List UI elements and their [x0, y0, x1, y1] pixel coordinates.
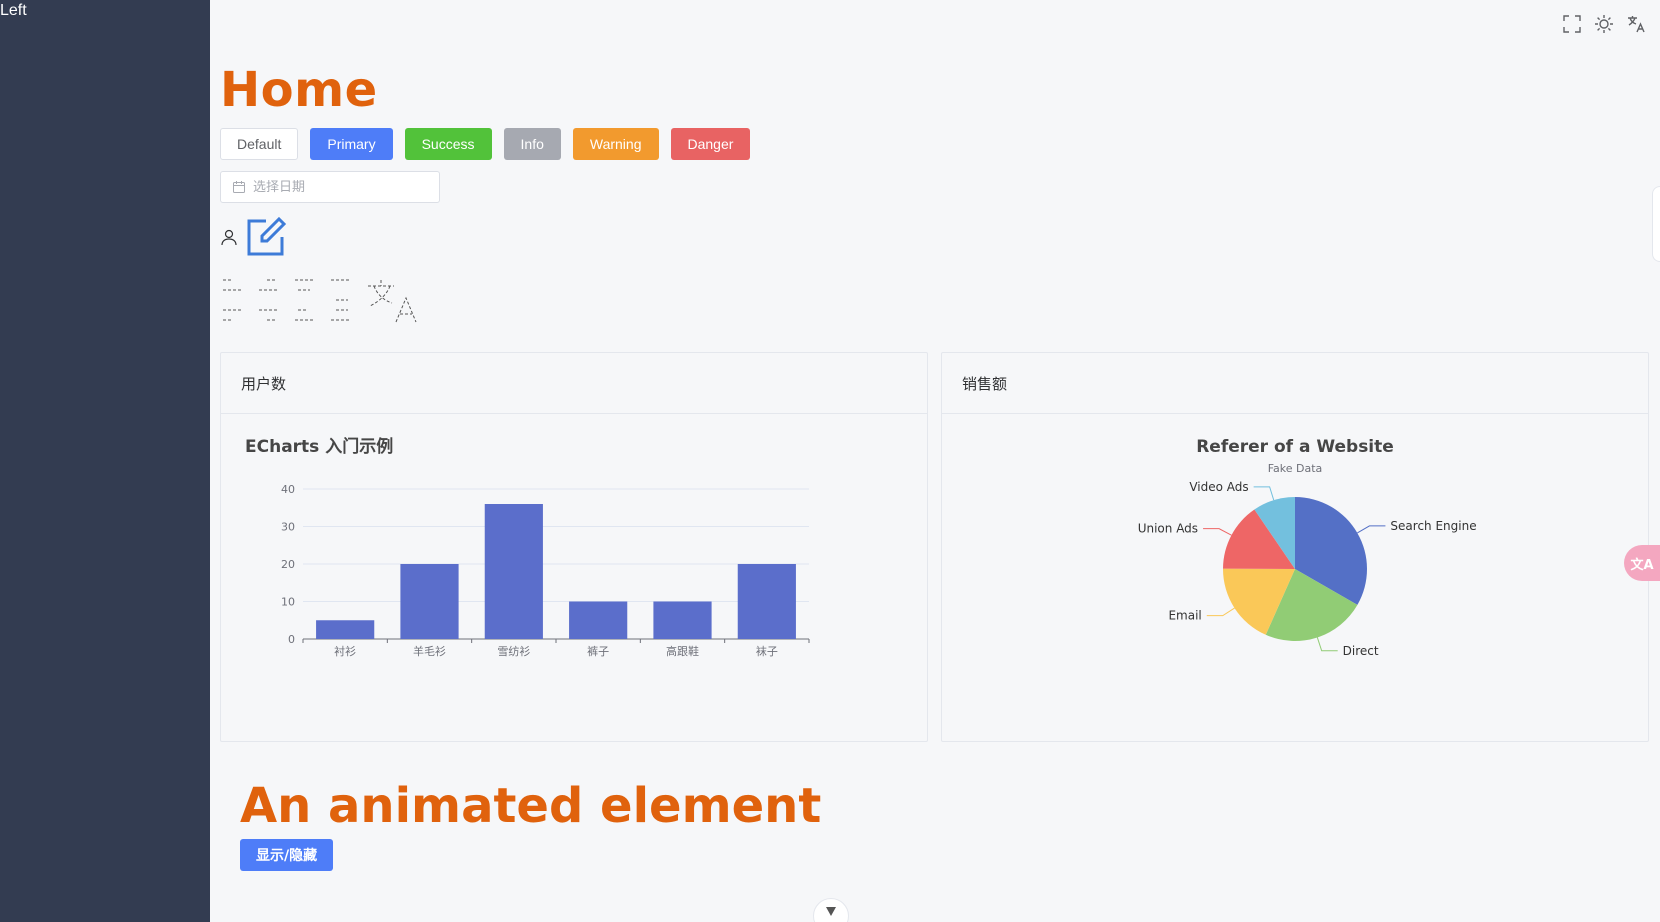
- bar: [737, 564, 796, 639]
- users-bar-chart: ECharts 入门示例 0 10 20 30 40 衬衫 羊毛衫 雪纺衫 裤子 高跟鞋 袜子: [245, 436, 810, 658]
- users-card: 用户数 ECharts 入门示例 0 10 20 30 40 衬衫 羊毛衫 雪纺衫 裤子 高跟鞋 袜子: [220, 352, 928, 742]
- theme-toggle-button[interactable]: [1594, 14, 1614, 34]
- success-button[interactable]: Success: [404, 128, 492, 160]
- bar: [653, 601, 712, 639]
- pie-chart-title: Referer of a Website: [1196, 437, 1394, 457]
- scroll-down-button[interactable]: [813, 898, 849, 922]
- x-tick-label: 雪纺衫: [497, 644, 530, 658]
- left-sidebar: Left: [0, 0, 210, 922]
- language-button[interactable]: [1626, 14, 1646, 34]
- sales-card-header: 销售额: [942, 353, 1648, 414]
- bar: [316, 620, 375, 639]
- pie-label: Email: [1168, 609, 1201, 623]
- pie-label-line: [1357, 525, 1386, 534]
- x-tick-label: 衬衫: [334, 645, 356, 658]
- date-picker[interactable]: [220, 171, 440, 203]
- pie-label: Video Ads: [1189, 480, 1248, 494]
- bar: [569, 601, 628, 639]
- main-content: Home Default Primary Success Info Warnin…: [210, 0, 1660, 922]
- bar-chart-title: ECharts 入门示例: [245, 436, 393, 457]
- pie-label: Union Ads: [1138, 522, 1198, 536]
- translate-outline-icon: [368, 280, 417, 323]
- icon-row: [220, 216, 286, 258]
- sales-pie-chart: Referer of a Website Fake Data Search Engi…: [1138, 437, 1477, 658]
- fullscreen-icon: [1563, 15, 1581, 33]
- align-right-icon: [259, 279, 277, 321]
- translate-icon: [1628, 16, 1645, 33]
- sales-card: 销售额 Referer of a Website Fake Data Search …: [941, 352, 1649, 742]
- align-top-icon: [295, 279, 313, 321]
- pie-label-line: [1206, 607, 1235, 617]
- toggle-visibility-button[interactable]: 显示/隐藏: [240, 839, 334, 871]
- side-drawer-handle[interactable]: [1652, 186, 1660, 262]
- date-input[interactable]: [253, 179, 423, 195]
- y-tick-label: 30: [281, 521, 295, 534]
- fullscreen-button[interactable]: [1562, 14, 1582, 34]
- translate-badge-label: 文A: [1630, 557, 1654, 573]
- bar: [484, 504, 543, 639]
- edit-icon[interactable]: [244, 216, 286, 258]
- danger-button[interactable]: Danger: [670, 128, 751, 160]
- button-row: Default Primary Success Info Warning Dan…: [220, 128, 751, 160]
- y-tick-label: 40: [281, 483, 295, 496]
- animated-element-title: An animated element: [240, 778, 822, 834]
- warning-button[interactable]: Warning: [572, 128, 659, 160]
- pie-chart-subtitle: Fake Data: [1268, 462, 1323, 475]
- align-bottom-icon: [331, 279, 349, 321]
- user-icon: [221, 229, 237, 246]
- bar: [400, 564, 459, 639]
- pie-label-line: [1203, 528, 1232, 536]
- default-button[interactable]: Default: [220, 128, 299, 160]
- x-tick-label: 裤子: [587, 644, 609, 658]
- x-tick-label: 袜子: [756, 644, 778, 658]
- y-tick-label: 0: [288, 633, 295, 646]
- pie-label-line: [1316, 637, 1338, 652]
- x-tick-label: 羊毛衫: [413, 644, 446, 658]
- x-tick-label: 高跟鞋: [666, 644, 699, 658]
- sun-icon: [1595, 15, 1613, 33]
- sidebar-label: Left: [0, 2, 27, 19]
- info-button[interactable]: Info: [503, 128, 561, 160]
- calendar-icon: [233, 181, 245, 193]
- top-toolbar: [1562, 14, 1646, 34]
- chevron-down-icon: [826, 907, 836, 916]
- y-tick-label: 20: [281, 558, 295, 571]
- floating-translate-button[interactable]: 文A: [1624, 545, 1660, 581]
- users-card-header: 用户数: [221, 353, 927, 414]
- pie-label: Direct: [1343, 644, 1379, 658]
- align-left-icon: [223, 279, 241, 321]
- pie-label: Search Engine: [1390, 519, 1476, 533]
- pie-label-line: [1253, 486, 1275, 501]
- y-tick-label: 10: [281, 596, 295, 609]
- page-title: Home: [220, 62, 378, 118]
- alignment-icons-row: [222, 276, 422, 324]
- primary-button[interactable]: Primary: [310, 128, 393, 160]
